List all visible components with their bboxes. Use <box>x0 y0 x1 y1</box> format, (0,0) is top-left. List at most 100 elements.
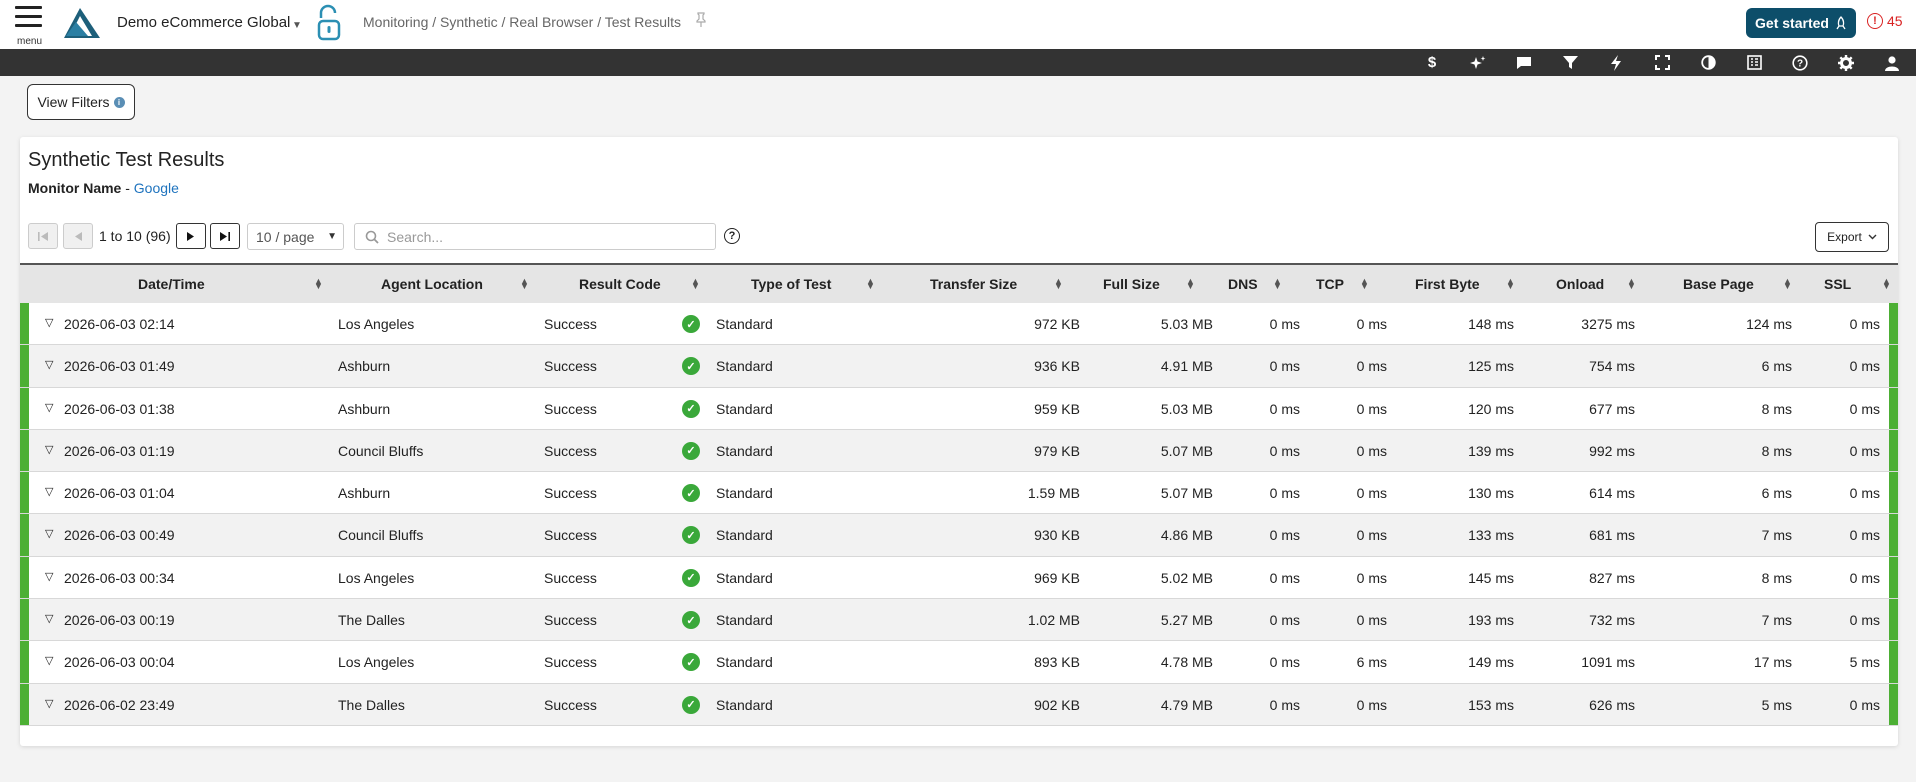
column-header-transfer-size[interactable]: Transfer Size <box>930 265 1017 303</box>
status-indicator <box>20 429 29 472</box>
column-header-first-byte[interactable]: First Byte <box>1415 265 1480 303</box>
sort-icon[interactable]: ▲ ▼ <box>1783 277 1792 291</box>
expand-row-icon[interactable]: ▽ <box>45 570 53 583</box>
expand-row-icon[interactable]: ▽ <box>45 527 53 540</box>
prev-page-button[interactable] <box>63 223 93 249</box>
table-row[interactable]: ▽ 2026-06-03 00:19 The Dalles Success ✓ … <box>20 599 1898 642</box>
expand-row-icon[interactable]: ▽ <box>45 654 53 667</box>
monitor-link[interactable]: Google <box>134 180 179 196</box>
expand-row-icon[interactable]: ▽ <box>45 316 53 329</box>
sort-icon[interactable]: ▲ ▼ <box>1273 277 1282 291</box>
svg-text:?: ? <box>1797 58 1803 69</box>
column-header-full-size[interactable]: Full Size <box>1103 265 1160 303</box>
fullscreen-icon[interactable] <box>1652 53 1672 72</box>
brand-logo-icon[interactable] <box>62 6 102 40</box>
first-page-button[interactable] <box>28 223 58 249</box>
expand-row-icon[interactable]: ▽ <box>45 443 53 456</box>
contrast-icon[interactable] <box>1698 53 1718 72</box>
help-icon[interactable]: ? <box>1790 53 1810 72</box>
column-header-tcp[interactable]: TCP <box>1316 265 1344 303</box>
table-row[interactable]: ▽ 2026-06-03 00:49 Council Bluffs Succes… <box>20 514 1898 557</box>
status-indicator <box>20 683 29 725</box>
menu-button[interactable]: menu <box>15 6 43 47</box>
table-row[interactable]: ▽ 2026-06-03 01:49 Ashburn Success ✓ Sta… <box>20 345 1898 388</box>
next-page-button[interactable] <box>176 223 206 249</box>
status-indicator <box>1889 683 1898 725</box>
status-indicator <box>1889 345 1898 387</box>
expand-row-icon[interactable]: ▽ <box>45 612 53 625</box>
success-check-icon: ✓ <box>682 568 700 587</box>
column-header-date-time[interactable]: Date/Time <box>138 265 205 303</box>
sort-icon[interactable]: ▲ ▼ <box>1627 277 1636 291</box>
table-row[interactable]: ▽ 2026-06-02 23:49 The Dalles Success ✓ … <box>20 683 1898 726</box>
expand-row-icon[interactable]: ▽ <box>45 485 53 498</box>
info-icon: i <box>113 96 125 108</box>
sort-icon[interactable]: ▲ ▼ <box>691 277 700 291</box>
column-header-onload[interactable]: Onload <box>1556 265 1604 303</box>
search-input[interactable] <box>387 228 707 245</box>
account-selector[interactable]: Demo eCommerce Global <box>117 14 290 31</box>
column-header-result-code[interactable]: Result Code <box>579 265 661 303</box>
status-indicator <box>1889 641 1898 683</box>
table-header: Date/Time ▲ ▼ Agent Location ▲ ▼ Result Co… <box>20 263 1898 303</box>
get-started-button[interactable]: Get started <box>1746 8 1856 38</box>
column-header-dns[interactable]: DNS <box>1228 265 1258 303</box>
expand-row-icon[interactable]: ▽ <box>45 358 53 371</box>
column-header-ssl[interactable]: SSL <box>1824 265 1851 303</box>
menu-label: menu <box>17 36 43 47</box>
results-table: Date/Time ▲ ▼ Agent Location ▲ ▼ Result Co… <box>20 263 1898 726</box>
sort-icon[interactable]: ▲ ▼ <box>1882 277 1891 291</box>
page-title: Synthetic Test Results <box>28 149 225 171</box>
column-header-type-of-test[interactable]: Type of Test <box>751 265 831 303</box>
status-indicator <box>1889 556 1898 599</box>
expand-row-icon[interactable]: ▽ <box>45 697 53 710</box>
sort-icon[interactable]: ▲ ▼ <box>520 277 529 291</box>
bolt-icon[interactable] <box>1606 53 1626 72</box>
chat-icon[interactable] <box>1514 53 1534 72</box>
hamburger-icon <box>15 6 42 9</box>
sort-icon[interactable]: ▲ ▼ <box>1360 277 1369 291</box>
table-row[interactable]: ▽ 2026-06-03 01:38 Ashburn Success ✓ Sta… <box>20 387 1898 430</box>
rocket-icon <box>1836 16 1846 30</box>
sort-icon[interactable]: ▲ ▼ <box>314 277 323 291</box>
alerts-indicator[interactable]: ! 45 <box>1867 13 1903 29</box>
sort-icon[interactable]: ▲ ▼ <box>1054 277 1063 291</box>
sort-icon[interactable]: ▲ ▼ <box>1186 277 1195 291</box>
sort-icon[interactable]: ▲ ▼ <box>866 277 875 291</box>
sort-icon[interactable]: ▲ ▼ <box>1506 277 1515 291</box>
report-icon[interactable] <box>1744 53 1764 72</box>
success-check-icon: ✓ <box>682 315 700 333</box>
expand-row-icon[interactable]: ▽ <box>45 401 53 414</box>
dollar-icon[interactable]: $ <box>1422 53 1442 72</box>
table-row[interactable]: ▽ 2026-06-03 02:14 Los Angeles Success ✓… <box>20 303 1898 346</box>
unlock-icon[interactable] <box>315 4 343 42</box>
table-row[interactable]: ▽ 2026-06-03 01:04 Ashburn Success ✓ Sta… <box>20 472 1898 515</box>
last-page-button[interactable] <box>210 223 240 249</box>
column-header-agent-location[interactable]: Agent Location <box>381 265 483 303</box>
alert-count: 45 <box>1887 13 1903 29</box>
help-icon[interactable]: ? <box>724 228 740 244</box>
breadcrumb[interactable]: Monitoring / Synthetic / Real Browser / … <box>363 14 681 30</box>
user-icon[interactable] <box>1882 53 1902 72</box>
top-header: menu Demo eCommerce Global ▼ Monitoring … <box>0 0 1916 49</box>
table-row[interactable]: ▽ 2026-06-03 00:04 Los Angeles Success ✓… <box>20 641 1898 684</box>
export-button[interactable]: Export <box>1815 222 1889 252</box>
gear-icon[interactable] <box>1836 53 1856 72</box>
filter-icon[interactable] <box>1560 53 1580 72</box>
success-check-icon: ✓ <box>682 653 700 672</box>
sparkle-icon[interactable] <box>1468 53 1488 72</box>
column-header-base-page[interactable]: Base Page <box>1683 265 1754 303</box>
view-filters-button[interactable]: View Filters i <box>27 84 135 120</box>
chevron-down-icon[interactable]: ▼ <box>292 20 302 31</box>
status-indicator <box>1889 472 1898 514</box>
status-indicator <box>20 641 29 683</box>
pin-icon[interactable] <box>695 12 707 31</box>
status-indicator <box>20 345 29 387</box>
table-row[interactable]: ▽ 2026-06-03 00:34 Los Angeles Success ✓… <box>20 556 1898 600</box>
search-icon <box>365 230 379 244</box>
success-check-icon: ✓ <box>682 526 700 545</box>
table-row[interactable]: ▽ 2026-06-03 01:19 Council Bluffs Succes… <box>20 429 1898 473</box>
page-size-select[interactable]: 10 / page ▼ <box>247 223 344 250</box>
status-indicator <box>1889 514 1898 556</box>
results-panel: Synthetic Test Results Monitor Name - Go… <box>20 137 1898 746</box>
